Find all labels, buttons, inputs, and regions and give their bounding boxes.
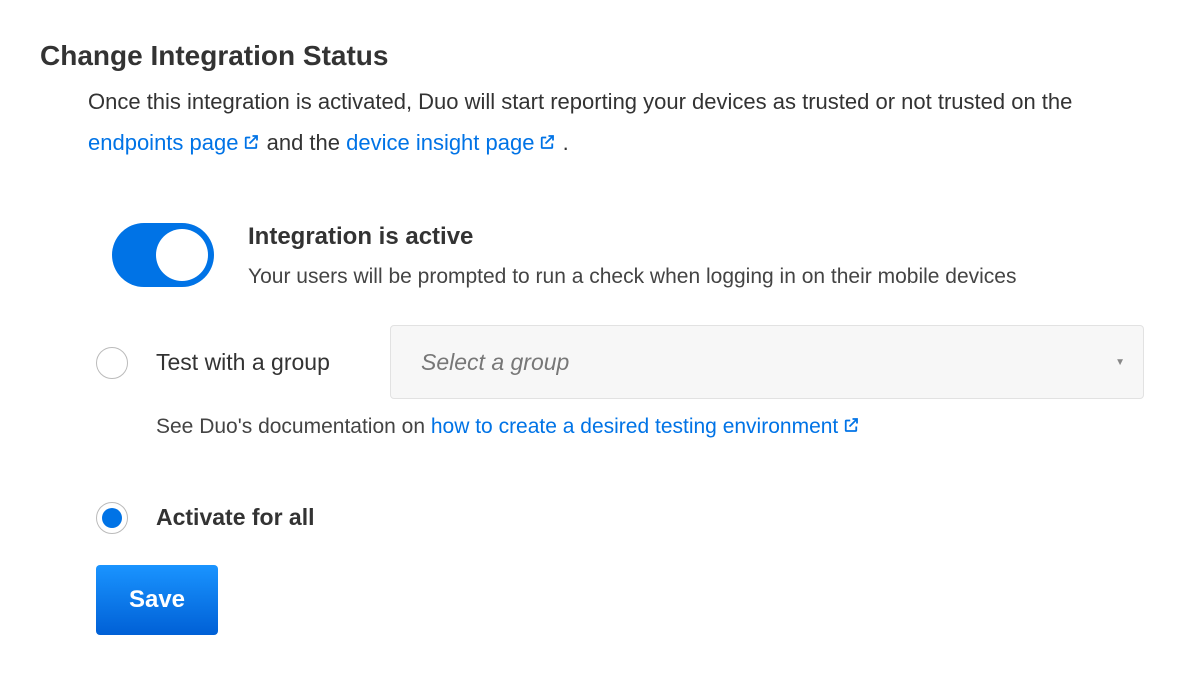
endpoints-page-link[interactable]: endpoints page <box>88 130 267 155</box>
activate-for-all-label: Activate for all <box>156 499 315 535</box>
external-link-icon <box>538 133 556 151</box>
test-with-group-label: Test with a group <box>156 344 366 380</box>
link-text: device insight page <box>346 130 534 155</box>
group-select-placeholder: Select a group <box>421 349 569 376</box>
documentation-line: See Duo's documentation on how to create… <box>156 415 1160 439</box>
link-text: endpoints page <box>88 130 238 155</box>
toggle-title: Integration is active <box>248 223 1017 251</box>
group-select[interactable]: Select a group ▼ <box>390 325 1144 399</box>
desc-text: Once this integration is activated, Duo … <box>88 89 1072 114</box>
chevron-down-icon: ▼ <box>1115 357 1125 368</box>
activate-for-all-radio[interactable] <box>96 502 128 534</box>
activate-for-all-row: Activate for all <box>96 499 1160 535</box>
desc-text: and the <box>267 130 347 155</box>
testing-environment-doc-link[interactable]: how to create a desired testing environm… <box>431 415 860 438</box>
toggle-subtitle: Your users will be prompted to run a che… <box>248 265 1017 289</box>
toggle-knob <box>156 229 208 281</box>
external-link-icon <box>242 133 260 151</box>
toggle-text-block: Integration is active Your users will be… <box>248 223 1017 289</box>
section-title: Change Integration Status <box>40 40 1160 72</box>
test-with-group-radio[interactable] <box>96 347 128 379</box>
external-link-icon <box>842 416 860 434</box>
link-text: how to create a desired testing environm… <box>431 415 838 438</box>
integration-active-toggle[interactable] <box>112 223 214 287</box>
section-description: Once this integration is activated, Duo … <box>88 82 1138 163</box>
test-with-group-row: Test with a group Select a group ▼ <box>96 325 1160 399</box>
device-insight-page-link[interactable]: device insight page <box>346 130 562 155</box>
doc-prefix: See Duo's documentation on <box>156 415 431 438</box>
integration-toggle-row: Integration is active Your users will be… <box>112 223 1160 289</box>
desc-text: . <box>563 130 569 155</box>
save-button[interactable]: Save <box>96 565 218 635</box>
